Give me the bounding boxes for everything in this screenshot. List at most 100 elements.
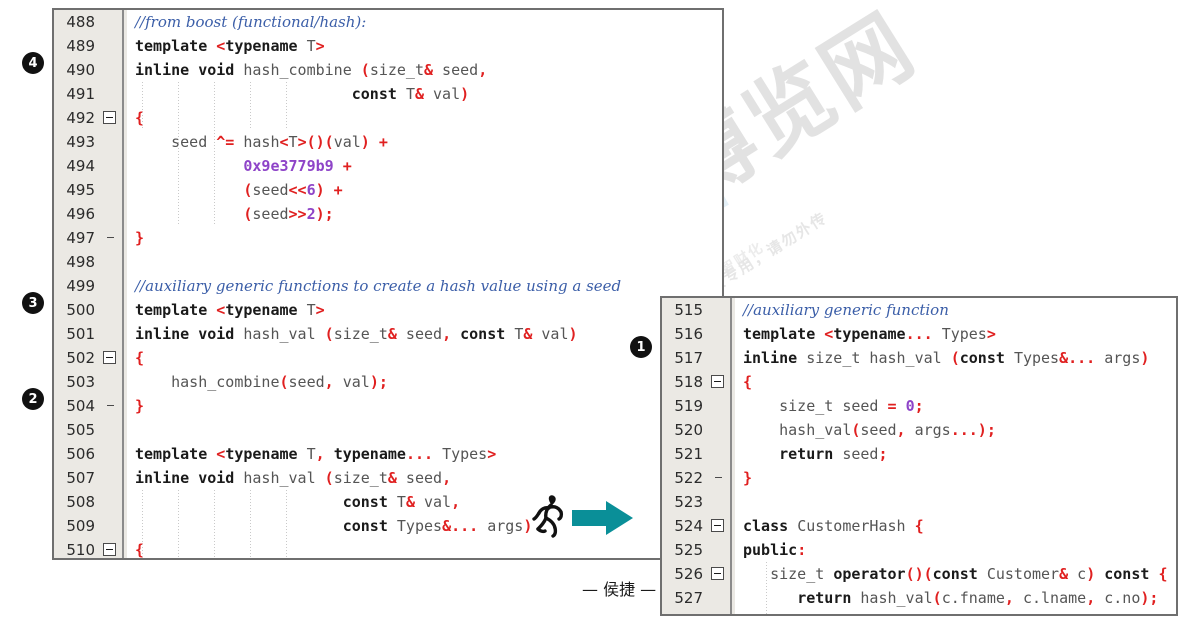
code-text: template <typename T> bbox=[135, 37, 325, 55]
fold-collapse-icon[interactable] bbox=[708, 562, 728, 586]
code-line[interactable]: 523 bbox=[662, 490, 1176, 514]
right-arrow-icon bbox=[572, 501, 633, 535]
code-line[interactable]: 507 inline void hash_val (size_t& seed, bbox=[54, 466, 722, 490]
author-signature: — 侯捷 — bbox=[582, 580, 657, 599]
line-number: 526 bbox=[662, 562, 708, 586]
code-line[interactable]: 500 template <typename T> bbox=[54, 298, 722, 322]
fold-spacer bbox=[100, 274, 120, 298]
line-number: 528 bbox=[662, 610, 708, 614]
code-line[interactable]: 490 inline void hash_combine (size_t& see… bbox=[54, 58, 722, 82]
gutter-separator bbox=[728, 418, 735, 442]
code-text: size_t seed = 0; bbox=[779, 397, 924, 415]
gutter-separator bbox=[728, 538, 735, 562]
line-number: 503 bbox=[54, 370, 100, 394]
code-line[interactable]: 515 //auxiliary generic function bbox=[662, 298, 1176, 322]
code-text: { bbox=[135, 541, 145, 559]
code-panel-left: 488 //from boost (functional/hash): 489 tem… bbox=[52, 8, 724, 560]
code-line[interactable]: 505 bbox=[54, 418, 722, 442]
step-badge-1[interactable]: 1 bbox=[630, 336, 652, 358]
fold-end-icon bbox=[100, 394, 120, 418]
code-line[interactable]: 520 hash_val(seed, args...); bbox=[662, 418, 1176, 442]
fold-spacer bbox=[708, 298, 728, 322]
line-number: 497 bbox=[54, 226, 100, 250]
code-line[interactable]: 518 { bbox=[662, 370, 1176, 394]
gutter-separator bbox=[120, 346, 127, 370]
line-number: 502 bbox=[54, 346, 100, 370]
fold-spacer bbox=[100, 466, 120, 490]
code-line[interactable]: 522} bbox=[662, 466, 1176, 490]
code-line[interactable]: 492 { bbox=[54, 106, 722, 130]
code-text: //auxiliary generic function bbox=[743, 301, 949, 319]
gutter-separator bbox=[120, 34, 127, 58]
code-line[interactable]: 525 public: bbox=[662, 538, 1176, 562]
fold-collapse-icon[interactable] bbox=[708, 370, 728, 394]
code-line[interactable]: 495 (seed<<6) + bbox=[54, 178, 722, 202]
code-line[interactable]: 521 return seed; bbox=[662, 442, 1176, 466]
fold-collapse-icon[interactable] bbox=[100, 346, 120, 370]
gutter-separator bbox=[120, 10, 127, 34]
gutter-separator bbox=[120, 490, 127, 514]
fold-spacer bbox=[100, 154, 120, 178]
gutter-separator bbox=[120, 154, 127, 178]
step-badge-4[interactable]: 4 bbox=[22, 52, 44, 74]
line-number: 516 bbox=[662, 322, 708, 346]
code-line[interactable]: 488 //from boost (functional/hash): bbox=[54, 10, 722, 34]
code-line[interactable]: 524 class CustomerHash { bbox=[662, 514, 1176, 538]
code-text: return seed; bbox=[779, 445, 888, 463]
code-line[interactable]: 528 } bbox=[662, 610, 1176, 614]
code-panel-right: 515 //auxiliary generic function 516 templa… bbox=[660, 296, 1178, 616]
code-line[interactable]: 503 hash_combine(seed, val); bbox=[54, 370, 722, 394]
code-lines-right: 515 //auxiliary generic function 516 templa… bbox=[662, 298, 1176, 614]
line-number: 493 bbox=[54, 130, 100, 154]
code-line[interactable]: 510 { bbox=[54, 538, 722, 559]
code-line[interactable]: 497} bbox=[54, 226, 722, 250]
code-line[interactable]: 519 size_t seed = 0; bbox=[662, 394, 1176, 418]
code-text: inline void hash_val (size_t& seed, bbox=[135, 469, 452, 487]
gutter-separator bbox=[728, 394, 735, 418]
gutter-separator bbox=[120, 394, 127, 418]
fold-collapse-icon[interactable] bbox=[100, 106, 120, 130]
code-line[interactable]: 527 return hash_val(c.fname, c.lname, c.… bbox=[662, 586, 1176, 610]
code-line[interactable]: 504} bbox=[54, 394, 722, 418]
line-number: 524 bbox=[662, 514, 708, 538]
code-text: template <typename... Types> bbox=[743, 325, 996, 343]
code-line[interactable]: 526 size_t operator()(const Customer& c)… bbox=[662, 562, 1176, 586]
fold-collapse-icon[interactable] bbox=[100, 538, 120, 558]
code-line[interactable]: 498 bbox=[54, 250, 722, 274]
code-line[interactable]: 506 template <typename T, typename... Typ… bbox=[54, 442, 722, 466]
line-number: 515 bbox=[662, 298, 708, 322]
code-line[interactable]: 491 const T& val) bbox=[54, 82, 722, 106]
line-number: 499 bbox=[54, 274, 100, 298]
step-badge-3[interactable]: 3 bbox=[22, 292, 44, 314]
gutter-separator bbox=[120, 226, 127, 250]
code-text: //from boost (functional/hash): bbox=[135, 13, 367, 31]
gutter-separator bbox=[120, 250, 127, 274]
step-badge-2[interactable]: 2 bbox=[22, 388, 44, 410]
fold-collapse-icon[interactable] bbox=[708, 514, 728, 538]
fold-spacer bbox=[708, 490, 728, 514]
code-line[interactable]: 496 (seed>>2); bbox=[54, 202, 722, 226]
fold-spacer bbox=[100, 514, 120, 538]
line-number: 494 bbox=[54, 154, 100, 178]
code-line[interactable]: 489 template <typename T> bbox=[54, 34, 722, 58]
code-line[interactable]: 493 seed ^= hash<T>()(val) + bbox=[54, 130, 722, 154]
code-line[interactable]: 501 inline void hash_val (size_t& seed, c… bbox=[54, 322, 722, 346]
line-number: 505 bbox=[54, 418, 100, 442]
code-text: } bbox=[135, 397, 145, 415]
gutter-separator bbox=[728, 490, 735, 514]
code-text: public: bbox=[743, 541, 807, 559]
gutter-separator bbox=[120, 178, 127, 202]
code-line[interactable]: 494 0x9e3779b9 + bbox=[54, 154, 722, 178]
runner-icon bbox=[532, 495, 564, 538]
line-number: 510 bbox=[54, 538, 100, 558]
code-line[interactable]: 499 //auxiliary generic functions to crea… bbox=[54, 274, 722, 298]
code-line[interactable]: 516 template <typename... Types> bbox=[662, 322, 1176, 346]
code-text: hash_combine(seed, val); bbox=[171, 373, 388, 391]
gutter-separator bbox=[728, 298, 735, 322]
code-text: inline size_t hash_val (const Types&... … bbox=[743, 349, 1150, 367]
code-line[interactable]: 502{ bbox=[54, 346, 722, 370]
code-line[interactable]: 517 inline size_t hash_val (const Types&.… bbox=[662, 346, 1176, 370]
fold-spacer bbox=[100, 370, 120, 394]
line-number: 490 bbox=[54, 58, 100, 82]
gutter-separator bbox=[120, 274, 127, 298]
